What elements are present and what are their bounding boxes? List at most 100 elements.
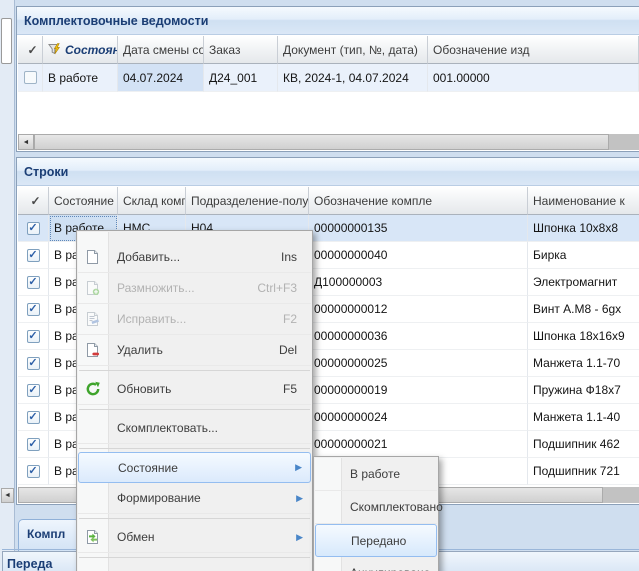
submenu-item-assembled[interactable]: Скомплектовано	[315, 491, 437, 524]
menu-item-duplicate: Размножить...Ctrl+F3	[78, 273, 311, 304]
cell-name[interactable]: Бирка	[528, 242, 639, 269]
scroll-left-button[interactable]: ◄	[18, 134, 34, 150]
unchecked-checkbox[interactable]	[24, 71, 37, 84]
cell-name[interactable]: Манжета 1.1-70	[528, 350, 639, 377]
menu-item-assemble[interactable]: Скомплектовать...	[78, 413, 311, 444]
cell-code[interactable]: 00000000021	[309, 431, 528, 458]
column-header-label: Склад комп.	[123, 194, 186, 208]
cell-check[interactable]: ✓	[18, 323, 49, 350]
checked-checkbox[interactable]: ✓	[27, 384, 40, 397]
cell-name[interactable]: Подшипник 721	[528, 458, 639, 485]
cell-text: Манжета 1.1-40	[533, 410, 620, 424]
checked-checkbox[interactable]: ✓	[27, 249, 40, 262]
scroll-left-button-edge[interactable]: ◄	[1, 488, 14, 503]
cell-name[interactable]: Пружина Ф18x7	[528, 377, 639, 404]
column-header-dept[interactable]: Подразделение-получ	[186, 187, 309, 215]
cell-name[interactable]: Электромагнит	[528, 269, 639, 296]
cell-check[interactable]: ✓	[18, 404, 49, 431]
column-header-label: Заказ	[209, 43, 240, 57]
cell-name[interactable]: Шпонка 10x8x8	[528, 215, 639, 242]
cell-text: В работе	[48, 71, 98, 85]
cell-code[interactable]: 00000000135	[309, 215, 528, 242]
checked-checkbox[interactable]: ✓	[27, 303, 40, 316]
menu-item-refresh[interactable]: ОбновитьF5	[78, 374, 311, 405]
cell-code[interactable]: 00000000019	[309, 377, 528, 404]
cell-state[interactable]: В работе	[43, 64, 118, 92]
menu-separator	[77, 553, 312, 561]
cell-text: КВ, 2024-1, 04.07.2024	[283, 71, 409, 85]
checked-checkbox[interactable]: ✓	[27, 438, 40, 451]
checked-checkbox[interactable]: ✓	[27, 465, 40, 478]
cell-check[interactable]: ✓	[18, 458, 49, 485]
cell-text: 00000000025	[314, 356, 387, 370]
menu-item-formation[interactable]: Формирование▶	[78, 483, 311, 514]
menu-item-state[interactable]: Состояние▶	[78, 452, 311, 483]
cell-name[interactable]: Манжета 1.1-40	[528, 404, 639, 431]
bottom-tab-assembly[interactable]: Компл	[18, 519, 80, 551]
column-header-check[interactable]: ✓	[18, 187, 49, 215]
sheets-panel: Комплектовочные ведомости ✓СостояниДата …	[16, 6, 639, 152]
cell-code[interactable]: 00000000024	[309, 404, 528, 431]
cell-text: Д100000003	[314, 275, 382, 289]
cell-name[interactable]: Винт А.М8 - 6gx	[528, 296, 639, 323]
state-submenu: В работеСкомплектованоПереданоАннулирова…	[313, 456, 439, 571]
cell-check[interactable]	[18, 64, 43, 92]
cell-code[interactable]: 00000000012	[309, 296, 528, 323]
vertical-scrollbar-thumb[interactable]	[1, 18, 12, 64]
column-header-wh[interactable]: Склад комп.	[118, 187, 186, 215]
cell-check[interactable]: ✓	[18, 269, 49, 296]
column-header-doc[interactable]: Документ (тип, №, дата)	[278, 36, 428, 64]
filter-funnel-lightning-icon	[48, 43, 62, 56]
scrollbar-thumb[interactable]	[34, 134, 609, 150]
cell-date[interactable]: 04.07.2024	[118, 64, 204, 92]
column-header-code[interactable]: Обозначение компле	[309, 187, 528, 215]
cell-doc[interactable]: КВ, 2024-1, 04.07.2024	[278, 64, 428, 92]
cell-text: Бирка	[533, 248, 566, 262]
cell-name[interactable]: Шпонка 18x16x9	[528, 323, 639, 350]
cell-order[interactable]: Д24_001	[204, 64, 278, 92]
cell-code[interactable]: 00000000040	[309, 242, 528, 269]
cell-text: 00000000012	[314, 302, 387, 316]
menu-item-add[interactable]: Добавить...Ins	[78, 242, 311, 273]
sheets-hscrollbar[interactable]: ◄	[18, 134, 639, 150]
column-header-state[interactable]: Состояние	[49, 187, 118, 215]
checked-checkbox[interactable]: ✓	[27, 222, 40, 235]
bottom-panel-title-text: Переда	[7, 557, 52, 571]
column-header-order[interactable]: Заказ	[204, 36, 278, 64]
cell-check[interactable]: ✓	[18, 431, 49, 458]
cell-text: Винт А.М8 - 6gx	[533, 302, 621, 316]
menu-item-label: Размножить...	[117, 281, 195, 295]
sheets-grid: ✓Состояни Дата смены сос Заказ Документ (ти…	[18, 36, 639, 134]
cell-design[interactable]: 001.00000	[428, 64, 639, 92]
cell-text: 00000000024	[314, 410, 387, 424]
cell-check[interactable]: ✓	[18, 296, 49, 323]
cell-name[interactable]: Подшипник 462	[528, 431, 639, 458]
submenu-item-in-progress[interactable]: В работе	[315, 458, 437, 491]
checked-checkbox[interactable]: ✓	[27, 357, 40, 370]
refresh-icon	[85, 381, 101, 397]
submenu-item-transferred[interactable]: Передано	[315, 524, 437, 557]
table-row[interactable]: В работе 04.07.2024Д24_001 КВ, 2024-1, 04.…	[18, 64, 639, 92]
menu-item-delete[interactable]: УдалитьDel	[78, 335, 311, 366]
checked-checkbox[interactable]: ✓	[27, 276, 40, 289]
checked-checkbox[interactable]: ✓	[27, 330, 40, 343]
menu-item-exchange[interactable]: Обмен▶	[78, 522, 311, 553]
cell-text: Подшипник 462	[533, 437, 620, 451]
cell-code[interactable]: Д100000003	[309, 269, 528, 296]
cell-code[interactable]: 00000000036	[309, 323, 528, 350]
submenu-item-annulled[interactable]: Аннулировано	[315, 557, 437, 571]
cell-check[interactable]: ✓	[18, 377, 49, 404]
cell-code[interactable]: 00000000025	[309, 350, 528, 377]
cell-check[interactable]: ✓	[18, 350, 49, 377]
column-header-state[interactable]: Состояни	[43, 36, 118, 64]
column-header-date[interactable]: Дата смены сос	[118, 36, 204, 64]
menu-item-label: Обновить	[117, 382, 171, 396]
column-header-design[interactable]: Обозначение изд	[428, 36, 639, 64]
checked-checkbox[interactable]: ✓	[27, 411, 40, 424]
cell-text: Шпонка 10x8x8	[533, 221, 618, 235]
column-header-name[interactable]: Наименование к	[528, 187, 639, 215]
cell-check[interactable]: ✓	[18, 215, 49, 242]
column-header-check[interactable]: ✓	[18, 36, 43, 64]
column-header-label: Дата смены сос	[123, 43, 204, 57]
cell-check[interactable]: ✓	[18, 242, 49, 269]
